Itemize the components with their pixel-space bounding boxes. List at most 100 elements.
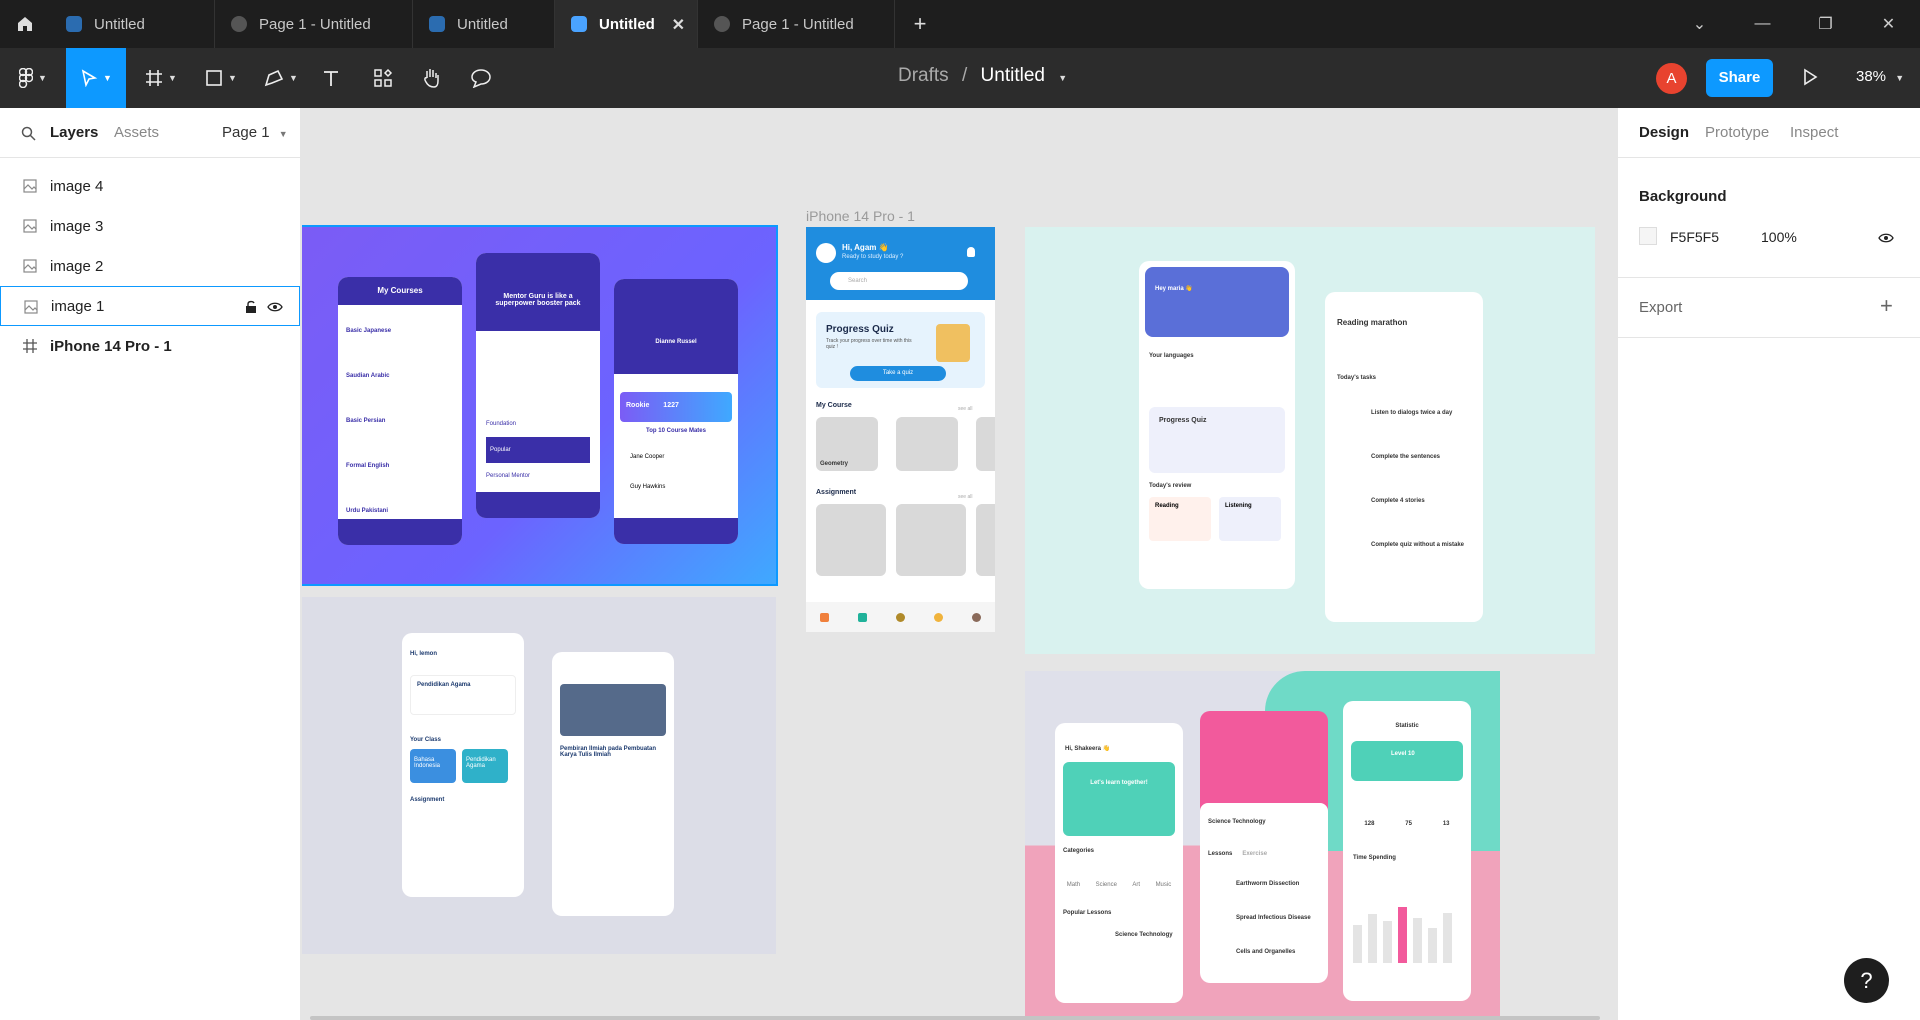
course-card[interactable]	[976, 417, 995, 471]
badge-icon[interactable]	[933, 612, 943, 622]
frame-label[interactable]: iPhone 14 Pro - 1	[806, 208, 915, 224]
tab-exercise[interactable]: Exercise	[1242, 851, 1267, 857]
quiz-illustration	[936, 324, 970, 362]
course-card[interactable]: Geometry	[816, 417, 878, 471]
export-section: Export +	[1618, 278, 1920, 338]
hand-tool-button[interactable]	[417, 48, 447, 108]
bar	[1398, 907, 1407, 963]
tab-untitled-2[interactable]: Untitled	[413, 0, 555, 48]
layer-list: image 4 image 3 image 2 image 1 iPhone 1…	[0, 158, 300, 366]
search-input[interactable]: Search	[830, 272, 968, 290]
tab-prototype-1[interactable]: Page 1 - Untitled	[215, 0, 413, 48]
bg-hex-input[interactable]: F5F5F5	[1670, 229, 1719, 245]
canvas[interactable]: My Courses Basic Japanese Saudian Arabic…	[302, 108, 1617, 1020]
tab-lessons[interactable]: Lessons	[1208, 851, 1232, 857]
list-item: Saudian Arabic	[346, 373, 390, 379]
restore-button[interactable]: ❐	[1794, 0, 1857, 48]
new-tab-button[interactable]: +	[895, 0, 945, 48]
tab-inspect[interactable]: Inspect	[1790, 124, 1838, 141]
shape-tool-button[interactable]: ▼	[198, 48, 244, 108]
layer-image-2[interactable]: image 2	[0, 246, 300, 286]
class-row: Bahasa Indonesia Pendidikan Agama	[402, 743, 524, 783]
eye-icon[interactable]	[267, 301, 283, 313]
question-icon: ?	[1860, 968, 1873, 993]
list-item: Spread Infectious Disease	[1236, 915, 1311, 921]
image-3[interactable]: Hey maria 👋 Your languages Progress Quiz…	[1025, 227, 1595, 654]
layer-image-3[interactable]: image 3	[0, 206, 300, 246]
tab-layers[interactable]: Layers	[50, 124, 98, 141]
bg-opacity-input[interactable]: 100%	[1761, 229, 1797, 245]
tab-assets[interactable]: Assets	[114, 124, 159, 141]
tab-prototype[interactable]: Prototype	[1705, 124, 1769, 141]
main-menu-button[interactable]: ▼	[10, 48, 56, 108]
tab-untitled-active[interactable]: Untitled ✕	[555, 0, 698, 48]
unlock-icon[interactable]	[245, 300, 257, 314]
course-card[interactable]	[896, 417, 958, 471]
layer-image-4[interactable]: image 4	[0, 166, 300, 206]
file-icon	[429, 16, 445, 32]
tab-design[interactable]: Design	[1639, 124, 1689, 141]
layer-frame-iphone[interactable]: iPhone 14 Pro - 1	[0, 326, 300, 366]
tab-untitled-1[interactable]: Untitled	[50, 0, 215, 48]
home-icon[interactable]	[820, 612, 830, 622]
breadcrumb-parent[interactable]: Drafts	[898, 65, 949, 86]
mock-screen: Hi, Shakeera 👋 Let's learn together! Cat…	[1055, 723, 1183, 1003]
image-1[interactable]: My Courses Basic Japanese Saudian Arabic…	[302, 225, 778, 586]
profile-icon[interactable]	[971, 612, 981, 622]
tab-prototype-2[interactable]: Page 1 - Untitled	[698, 0, 895, 48]
section-title: Background	[1639, 188, 1727, 205]
chevron-down-icon[interactable]: ⌄	[1668, 0, 1731, 48]
see-all-link[interactable]: see all	[958, 406, 972, 412]
text-tool-button[interactable]	[316, 48, 346, 108]
image-4[interactable]: Hi, Shakeera 👋 Let's learn together! Cat…	[1025, 671, 1500, 1020]
add-export-button[interactable]: +	[1880, 293, 1893, 319]
assignment-card[interactable]	[976, 504, 995, 576]
take-quiz-button[interactable]: Take a quiz	[850, 366, 946, 381]
bell-icon[interactable]	[967, 247, 975, 257]
see-all-link[interactable]: see all	[958, 494, 972, 500]
level-card: Level 10	[1351, 741, 1463, 781]
assignment-card[interactable]	[896, 504, 966, 576]
greeting: Hi, Agam 👋	[842, 243, 889, 252]
resources-button[interactable]	[368, 48, 398, 108]
mail-icon[interactable]	[858, 612, 868, 622]
close-icon[interactable]: ✕	[672, 15, 685, 35]
course-row: Geometry	[806, 409, 995, 471]
file-name[interactable]: Untitled	[981, 65, 1045, 86]
move-tool-button[interactable]: ▼	[66, 48, 126, 108]
settings-icon[interactable]	[895, 612, 905, 622]
horizontal-scrollbar[interactable]	[310, 1016, 1600, 1020]
window-close-button[interactable]: ✕	[1857, 0, 1920, 48]
list-item: Complete the sentences	[1371, 454, 1441, 460]
help-button[interactable]: ?	[1844, 958, 1889, 1003]
share-button[interactable]: Share	[1706, 59, 1773, 97]
layer-image-1[interactable]: image 1	[0, 286, 300, 326]
play-icon	[714, 16, 730, 32]
window-controls: ⌄ — ❐ ✕	[1668, 0, 1920, 48]
avatar[interactable]: A	[1656, 63, 1687, 94]
eye-icon[interactable]	[1878, 232, 1894, 244]
section-title: Time Spending	[1353, 855, 1396, 861]
assignment-card[interactable]	[816, 504, 886, 576]
present-button[interactable]	[1802, 68, 1818, 91]
search-icon[interactable]	[21, 126, 36, 141]
minimize-button[interactable]: —	[1731, 0, 1794, 48]
pen-tool-button[interactable]: ▼	[258, 48, 304, 108]
section-title: Assignment	[410, 797, 445, 803]
chevron-down-icon[interactable]: ▼	[1058, 73, 1067, 83]
subgreeting: Ready to study today ?	[842, 254, 904, 260]
page-select[interactable]: Page 1 ▼	[222, 124, 288, 141]
color-swatch[interactable]	[1639, 227, 1657, 245]
rank-label: Rookie	[626, 402, 650, 409]
image-icon	[23, 259, 37, 273]
iphone-frame[interactable]: Hi, Agam 👋 Ready to study today ? Search…	[806, 227, 995, 632]
file-icon	[571, 16, 587, 32]
frame-tool-button[interactable]: ▼	[138, 48, 184, 108]
home-button[interactable]	[0, 0, 50, 48]
image-2[interactable]: Hi, lemon Pendidikan Agama Your Class Ba…	[302, 597, 776, 954]
list-item: Basic Persian	[346, 418, 386, 424]
home-icon	[18, 17, 32, 31]
mock-screen: Pembiran Ilmiah pada Pembuatan Karya Tul…	[552, 652, 674, 916]
comment-tool-button[interactable]	[466, 48, 496, 108]
zoom-control[interactable]: 38% ▼	[1856, 68, 1904, 85]
